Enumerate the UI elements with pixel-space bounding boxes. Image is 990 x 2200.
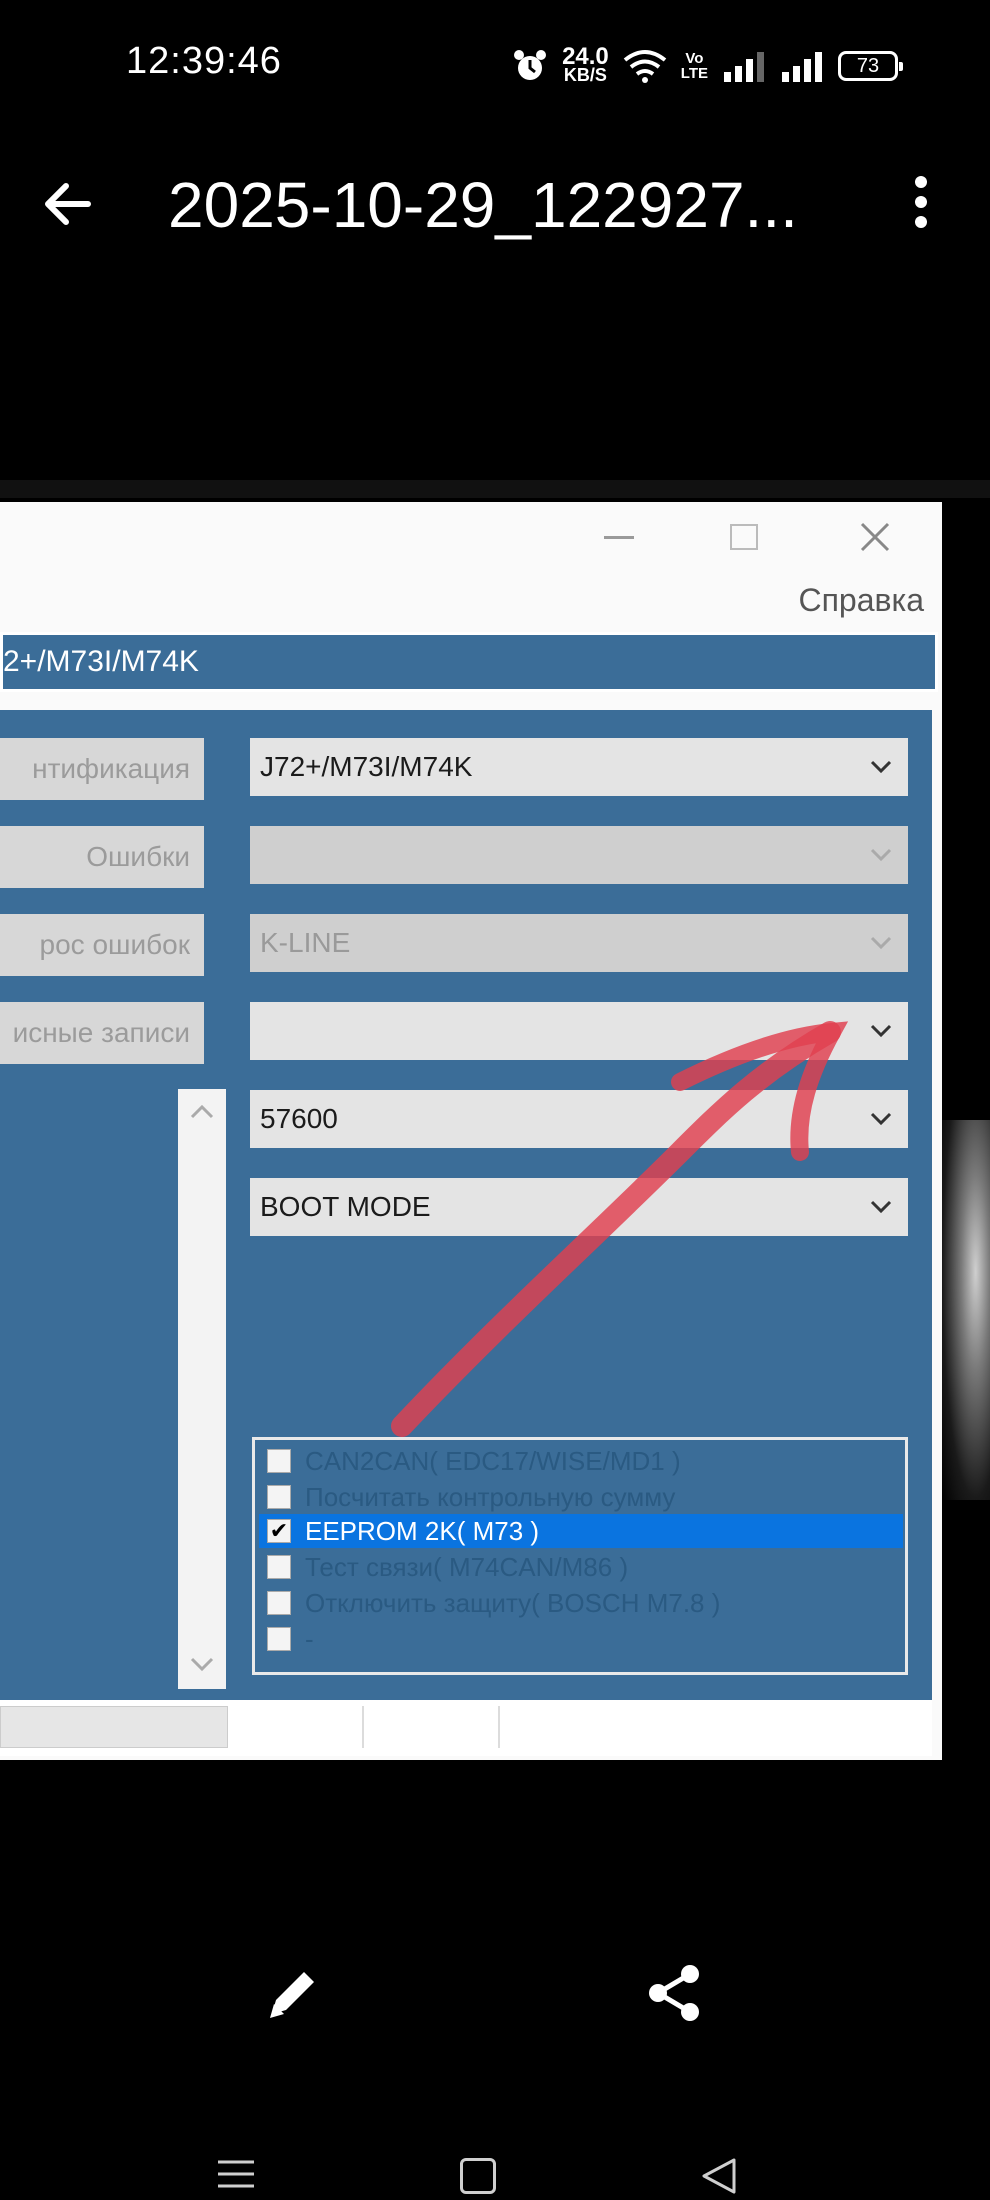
app-window: Справка 2+/M73I/M74K нтификация Ошибки р… <box>0 502 942 1760</box>
recent-apps-icon[interactable] <box>216 2158 256 2190</box>
photo-edge <box>0 480 990 498</box>
checklist-item-selected[interactable]: ✔ EEPROM 2K( M73 ) <box>259 1514 903 1548</box>
net-speed: 24.0 KB/S <box>562 43 609 85</box>
checklist-item[interactable]: - <box>259 1622 903 1656</box>
ecu-combo[interactable]: J72+/M73I/M74K <box>250 738 908 796</box>
checklist-label: Тест связи( M74CAN/M86 ) <box>305 1551 629 1582</box>
status-time: 12:39:46 <box>126 40 282 82</box>
checklist-label: EEPROM 2K( M73 ) <box>305 1515 540 1546</box>
chevron-down-icon <box>870 1112 892 1126</box>
share-icon[interactable] <box>644 1962 706 2024</box>
maximize-icon[interactable] <box>730 524 758 550</box>
checklist-item[interactable]: Тест связи( M74CAN/M86 ) <box>259 1550 903 1584</box>
checkbox-checked[interactable]: ✔ <box>267 1519 291 1543</box>
image-title: 2025-10-29_122927... <box>168 169 798 241</box>
baud-rate-combo-value: 57600 <box>260 1103 338 1134</box>
window-status-bar <box>0 1700 932 1756</box>
more-vertical-icon[interactable] <box>904 172 938 232</box>
chevron-down-icon <box>870 1024 892 1038</box>
status-divider <box>362 1706 364 1748</box>
net-speed-value: 24.0 <box>562 43 609 70</box>
back-triangle-icon[interactable] <box>700 2156 738 2196</box>
checkbox[interactable] <box>267 1591 291 1615</box>
identification-button[interactable]: нтификация <box>0 738 204 800</box>
service-records-button[interactable]: исные записи <box>0 1002 204 1064</box>
checklist-label: Посчитать контрольную сумму <box>305 1481 676 1512</box>
checkbox[interactable] <box>267 1627 291 1651</box>
status-divider <box>498 1706 500 1748</box>
chevron-down-icon <box>870 936 892 950</box>
protocol-combo-value: K-LINE <box>260 927 351 958</box>
ecu-combo-value: J72+/M73I/M74K <box>260 751 473 782</box>
chevron-down-icon <box>870 1200 892 1214</box>
signal-icon-1 <box>724 52 764 82</box>
device-header-title: 2+/M73I/M74K <box>3 645 199 678</box>
checklist-item[interactable]: Посчитать контрольную сумму <box>259 1480 903 1514</box>
device-header: 2+/M73I/M74K <box>0 632 938 692</box>
checklist-label: - <box>305 1623 314 1654</box>
chevron-down-icon[interactable] <box>188 1655 216 1675</box>
home-icon[interactable] <box>460 2158 496 2194</box>
checklist-label: CAN2CAN( EDC17/WISE/MD1 ) <box>305 1445 681 1476</box>
signal-icon-2 <box>782 52 822 82</box>
volte-indicator: Vo LTE <box>681 51 708 81</box>
checklist-item[interactable]: CAN2CAN( EDC17/WISE/MD1 ) <box>259 1444 903 1478</box>
menu-help[interactable]: Справка <box>798 582 924 619</box>
errors-combo[interactable] <box>250 826 908 884</box>
wifi-icon <box>623 50 667 83</box>
options-checklist[interactable]: CAN2CAN( EDC17/WISE/MD1 ) Посчитать конт… <box>252 1437 908 1675</box>
alarm-icon <box>514 50 547 80</box>
close-icon[interactable] <box>858 520 892 554</box>
background-clouds <box>942 1120 990 1500</box>
battery-indicator: 73 <box>838 51 903 81</box>
volte-bottom: LTE <box>680 65 708 82</box>
pencil-icon[interactable] <box>262 1962 324 2024</box>
annotation-arrow-icon <box>391 1021 849 1437</box>
checkbox[interactable] <box>267 1555 291 1579</box>
checklist-item[interactable]: Отключить защиту( BOSCH M7.8 ) <box>259 1586 903 1620</box>
progress-bar <box>0 1706 228 1748</box>
log-scrollbar[interactable] <box>178 1089 226 1689</box>
status-icons: 24.0 KB/S Vo LTE 73 <box>512 43 903 88</box>
arrow-left-icon[interactable] <box>38 174 98 234</box>
reset-errors-button[interactable]: рос ошибок <box>0 914 204 976</box>
protocol-combo[interactable]: K-LINE <box>250 914 908 972</box>
chevron-down-icon <box>870 760 892 774</box>
chevron-down-icon <box>870 848 892 862</box>
minimize-icon[interactable] <box>604 536 634 539</box>
checkbox[interactable] <box>267 1485 291 1509</box>
log-listbox[interactable] <box>0 1089 178 1689</box>
check-mark: ✔ <box>269 1518 289 1543</box>
chevron-up-icon[interactable] <box>188 1101 216 1121</box>
errors-button[interactable]: Ошибки <box>0 826 204 888</box>
checkbox[interactable] <box>267 1449 291 1473</box>
checklist-label: Отключить защиту( BOSCH M7.8 ) <box>305 1587 721 1618</box>
net-speed-unit: KB/S <box>563 65 607 85</box>
volte-top: Vo <box>685 50 704 67</box>
